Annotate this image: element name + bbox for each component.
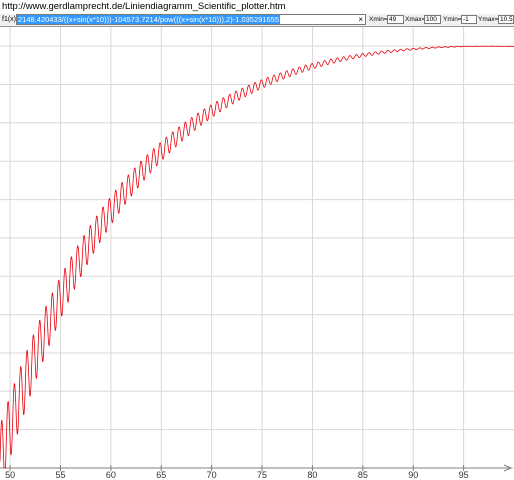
x-tick-label: 60 — [106, 470, 116, 480]
formula-text: 2148.420433/((x+sin(x*10)))-104573.7214/… — [17, 15, 280, 24]
x-tick-label: 75 — [257, 470, 267, 480]
ymin-input[interactable]: -1 — [461, 15, 477, 24]
xmin-input[interactable]: 49 — [387, 15, 404, 24]
formula-toolbar: f1(x): 2148.420433/((x+sin(x*10)))-10457… — [0, 14, 514, 27]
x-tick-label: 85 — [358, 470, 368, 480]
x-tick-label: 90 — [408, 470, 418, 480]
formula-input[interactable]: 2148.420433/((x+sin(x*10)))-104573.7214/… — [16, 14, 366, 25]
ymax-input[interactable]: 10.5 — [498, 15, 514, 24]
xmax-label: Xmax= — [405, 16, 426, 23]
function-curve — [0, 45, 514, 469]
x-tick-label: 70 — [207, 470, 217, 480]
ymin-label: Ymin= — [443, 16, 462, 23]
x-tick-label: 95 — [459, 470, 469, 480]
function-plot[interactable]: 50 55 60 65 70 75 80 85 90 95 — [0, 27, 514, 480]
x-tick-labels: 50 55 60 65 70 75 80 85 90 95 — [5, 465, 469, 480]
xmin-label: Xmin= — [369, 16, 388, 23]
x-tick-label: 80 — [307, 470, 317, 480]
ymax-label: Ymax= — [478, 16, 499, 23]
xmax-input[interactable]: 100 — [424, 15, 441, 24]
x-axis — [0, 464, 513, 472]
x-tick-label: 55 — [55, 470, 65, 480]
url-bar: http://www.gerdlamprecht.de/Liniendiagra… — [0, 0, 514, 14]
clear-icon[interactable]: × — [358, 15, 363, 24]
x-tick-label: 65 — [156, 470, 166, 480]
x-tick-label: 50 — [5, 470, 15, 480]
